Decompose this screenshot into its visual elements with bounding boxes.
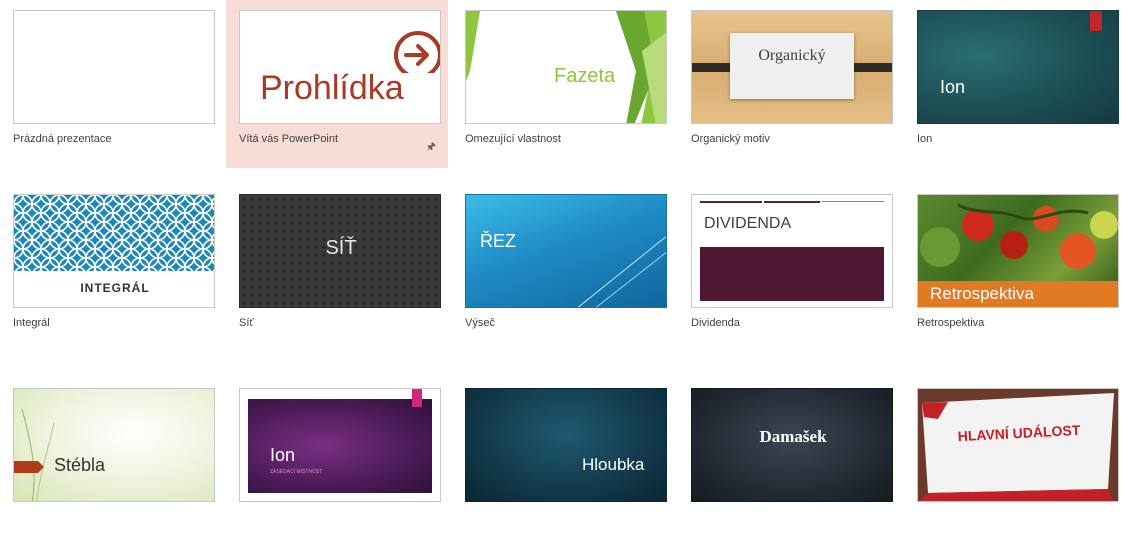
template-thumbnail: Damašek	[691, 388, 893, 502]
preview-title: DIVIDENDA	[704, 215, 792, 232]
preview-title: SÍŤ	[325, 237, 357, 259]
template-main-event[interactable]: HLAVNÍ UDÁLOST	[904, 378, 1122, 546]
template-thumbnail: Retrospektiva	[917, 194, 1119, 308]
template-welcome-powerpoint[interactable]: Prohlídka Vítá vás PowerPoint 🖈	[226, 0, 448, 168]
template-label: Integrál	[13, 317, 50, 329]
template-label: Dividenda	[691, 317, 740, 329]
template-ion-boardroom[interactable]: Ion ZASEDACÍ MÍSTNOST	[226, 378, 448, 546]
template-label: Ion	[917, 133, 933, 145]
template-label: Výseč	[465, 317, 495, 329]
preview-title: Retrospektiva	[930, 284, 1034, 303]
template-dividend[interactable]: DIVIDENDA Dividenda	[678, 184, 900, 352]
template-thumbnail: Prohlídka	[239, 10, 441, 124]
template-label: Omezující vlastnost	[465, 133, 561, 145]
preview-title: Fazeta	[554, 65, 616, 87]
arrow-right-circle-icon	[392, 11, 440, 79]
template-facet[interactable]: Fazeta Omezující vlastnost	[452, 0, 674, 168]
preview-title: Ion	[270, 445, 296, 465]
template-thumbnail	[13, 10, 215, 124]
template-depth[interactable]: Hloubka	[452, 378, 674, 546]
preview-title: Prohlídka	[260, 69, 404, 107]
preview-title: Organický	[758, 47, 826, 64]
template-label: Síť	[239, 317, 254, 329]
template-thumbnail: Hloubka	[465, 388, 667, 502]
preview-title: Hloubka	[582, 455, 645, 474]
template-thumbnail: Ion ZASEDACÍ MÍSTNOST	[239, 388, 441, 502]
preview-title: Ion	[940, 77, 966, 97]
template-thumbnail: Organický	[691, 10, 893, 124]
template-label: Vítá vás PowerPoint	[239, 133, 339, 145]
template-thumbnail: Ion	[917, 10, 1119, 124]
preview-title: INTEGRÁL	[80, 281, 150, 295]
template-thumbnail: DIVIDENDA	[691, 194, 893, 308]
template-thumbnail: HLAVNÍ UDÁLOST	[917, 388, 1119, 502]
template-slice[interactable]: ŘEZ Výseč	[452, 184, 674, 352]
template-label: Prázdná prezentace	[13, 133, 112, 145]
template-thumbnail: Stébla	[13, 388, 215, 502]
preview-title: Stébla	[54, 455, 106, 475]
template-label: Organický motiv	[691, 133, 770, 145]
template-grid[interactable]: SÍŤ Síť	[226, 184, 448, 352]
template-thumbnail: ŘEZ	[465, 194, 667, 308]
template-thumbnail: Fazeta	[465, 10, 667, 124]
pin-icon[interactable]: 🖈	[426, 138, 436, 157]
template-thumbnail: INTEGRÁL	[13, 194, 215, 308]
preview-title: Damašek	[759, 427, 827, 446]
preview-subtitle: ZASEDACÍ MÍSTNOST	[270, 469, 323, 475]
template-damask[interactable]: Damašek	[678, 378, 900, 546]
template-retrospect[interactable]: Retrospektiva Retrospektiva	[904, 184, 1122, 352]
template-thumbnail: SÍŤ	[239, 194, 441, 308]
template-blades[interactable]: Stébla	[0, 378, 222, 546]
template-organic[interactable]: Organický Organický motiv	[678, 0, 900, 168]
template-blank-presentation[interactable]: Prázdná prezentace	[0, 0, 222, 168]
template-integral[interactable]: INTEGRÁL Integrál	[0, 184, 222, 352]
template-label: Retrospektiva	[917, 317, 985, 329]
template-ion[interactable]: Ion Ion	[904, 0, 1122, 168]
preview-title: ŘEZ	[480, 231, 516, 251]
